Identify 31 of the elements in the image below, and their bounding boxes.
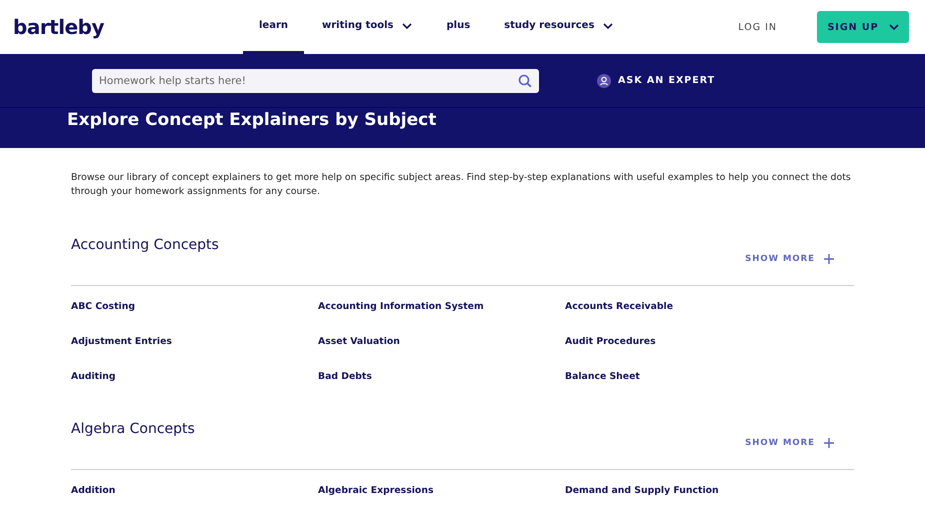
chevron-down-icon xyxy=(888,24,899,30)
search-field[interactable]: Homework help starts here! xyxy=(92,68,539,92)
concept-link[interactable]: Adjustment Entries xyxy=(71,335,318,348)
concept-link[interactable]: Balance Sheet xyxy=(565,370,812,383)
concept-link[interactable]: Accounting Information System xyxy=(318,300,565,313)
concept-link[interactable]: Asset Valuation xyxy=(318,335,565,348)
section-heading: Accounting Concepts xyxy=(71,237,219,253)
concept-link[interactable]: Addition xyxy=(71,484,318,497)
show-more-link[interactable]: SHOW MORE xyxy=(745,438,834,448)
concept-link[interactable]: Demand and Supply Function xyxy=(565,484,812,497)
plus-icon xyxy=(824,438,834,448)
concept-link[interactable]: ABC Costing xyxy=(71,300,318,313)
plus-icon xyxy=(824,254,834,264)
intro-text: Browse our library of concept explainers to get more help on specific subject areas. Find step-by-step explanations with useful examples to help you connect the dots through your homework assignments for any course. xyxy=(71,171,852,199)
ask-expert-link[interactable]: ASK AN EXPERT xyxy=(597,74,716,88)
search-icon[interactable] xyxy=(518,74,532,88)
concept-link[interactable]: Algebraic Expressions xyxy=(318,484,565,497)
bartleby-logo[interactable]: bartleby xyxy=(13,15,243,39)
concept-link[interactable]: Bad Debts xyxy=(318,370,565,383)
nav-tab[interactable]: plus xyxy=(430,0,486,54)
login-link[interactable]: LOG IN xyxy=(738,22,777,32)
concept-link[interactable]: Accounts Receivable xyxy=(565,300,812,313)
signup-button[interactable]: SIGN UP xyxy=(817,11,909,43)
nav-tab[interactable]: study resources xyxy=(488,0,630,54)
concept-link[interactable]: Audit Procedures xyxy=(565,335,812,348)
page-title: Explore Concept Explainers by Subject xyxy=(67,110,436,130)
nav-tab[interactable]: writing tools xyxy=(306,0,428,54)
section-heading: Algebra Concepts xyxy=(71,421,195,437)
show-more-link[interactable]: SHOW MORE xyxy=(745,254,834,264)
concept-link[interactable]: Auditing xyxy=(71,370,318,383)
person-icon xyxy=(597,74,611,88)
